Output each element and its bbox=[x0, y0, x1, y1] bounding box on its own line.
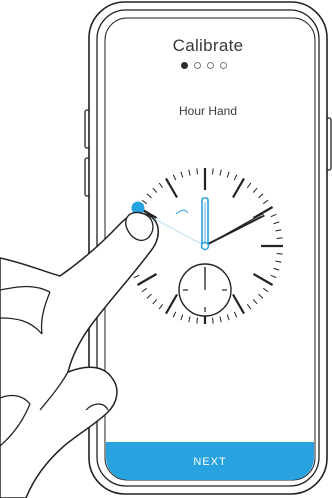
hand-finger-icon bbox=[0, 201, 159, 498]
next-button[interactable]: NEXT bbox=[106, 442, 314, 480]
calibration-screen: Calibrate Hour Hand NEXT bbox=[0, 0, 332, 498]
